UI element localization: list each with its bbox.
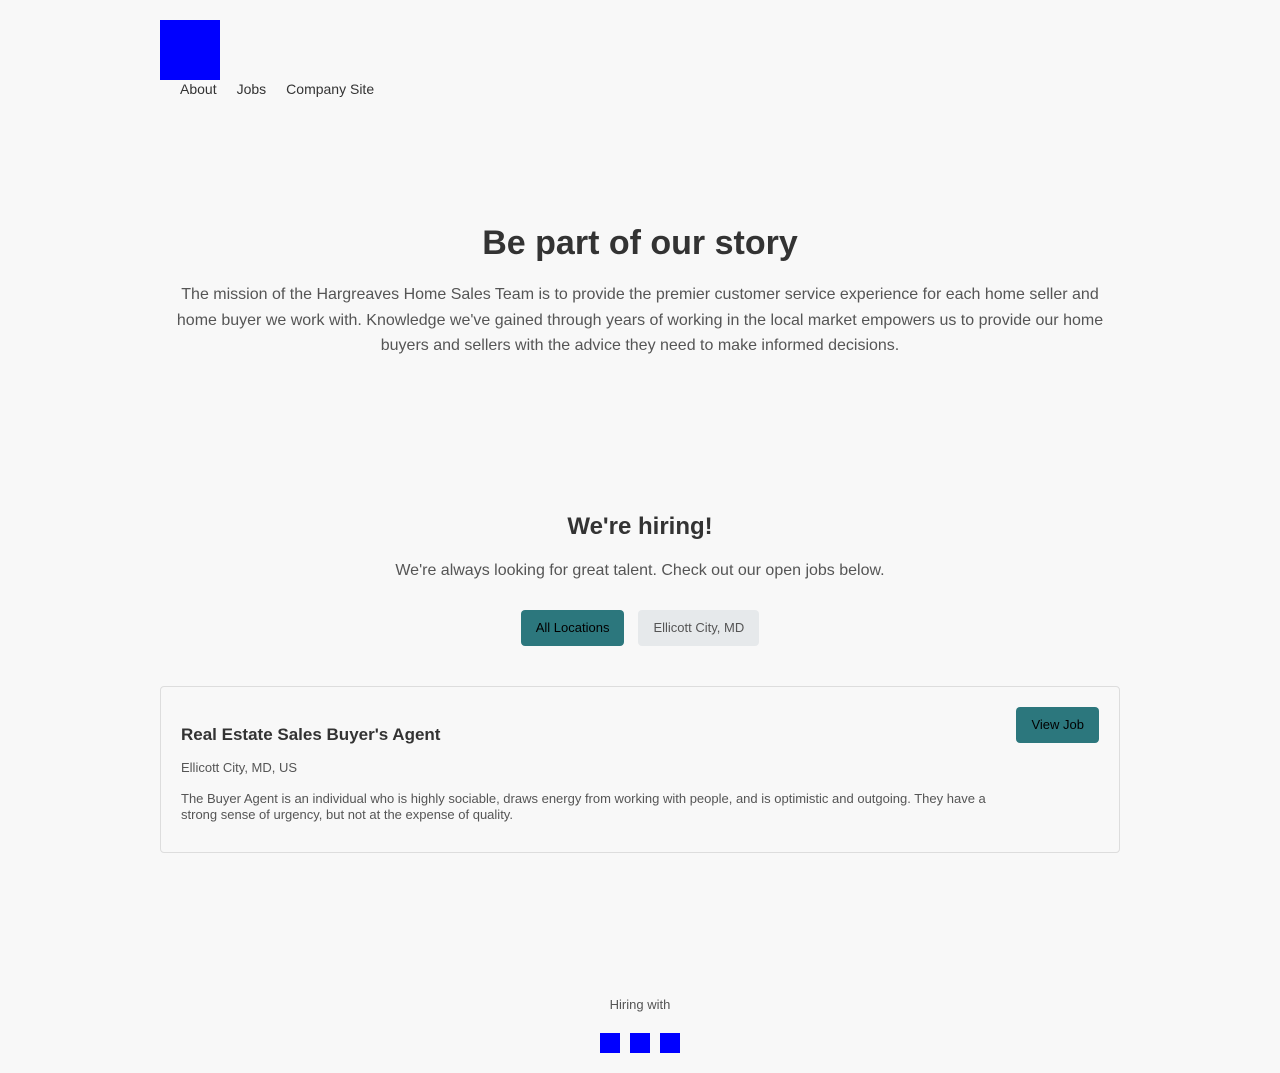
job-description: The Buyer Agent is an individual who is … bbox=[181, 791, 986, 822]
hero-description: The mission of the Hargreaves Home Sales… bbox=[176, 286, 1104, 354]
main-nav: About Jobs Company Site bbox=[180, 81, 374, 97]
filter-all-locations-button[interactable]: All Locations bbox=[520, 610, 625, 646]
job-location: Ellicott City, MD, US bbox=[181, 760, 298, 775]
company-logo-icon[interactable] bbox=[160, 20, 220, 80]
hiring-subtitle: We're always looking for great talent. C… bbox=[395, 562, 885, 579]
job-title[interactable]: Real Estate Sales Buyer's Agent bbox=[181, 725, 440, 745]
careers-page: About Jobs Company Site Be part of our s… bbox=[0, 0, 1280, 1073]
social-icon-1[interactable] bbox=[600, 1033, 620, 1053]
hiring-title: We're hiring! bbox=[567, 513, 713, 540]
filter-ellicott-city-button[interactable]: Ellicott City, MD bbox=[638, 610, 760, 646]
job-card: Real Estate Sales Buyer's Agent Ellicott… bbox=[160, 686, 1120, 853]
social-icon-3[interactable] bbox=[660, 1033, 680, 1053]
nav-company-site-link[interactable]: Company Site bbox=[286, 81, 374, 97]
view-job-button[interactable]: View Job bbox=[1016, 707, 1099, 743]
nav-about-link[interactable]: About bbox=[180, 81, 217, 97]
footer-hiring-with: Hiring with bbox=[609, 997, 671, 1012]
social-icon-2[interactable] bbox=[630, 1033, 650, 1053]
social-links bbox=[0, 1033, 1280, 1053]
nav-jobs-link[interactable]: Jobs bbox=[237, 81, 267, 97]
location-filters: All Locations Ellicott City, MD bbox=[0, 610, 1280, 646]
hero-title: Be part of our story bbox=[482, 224, 798, 262]
